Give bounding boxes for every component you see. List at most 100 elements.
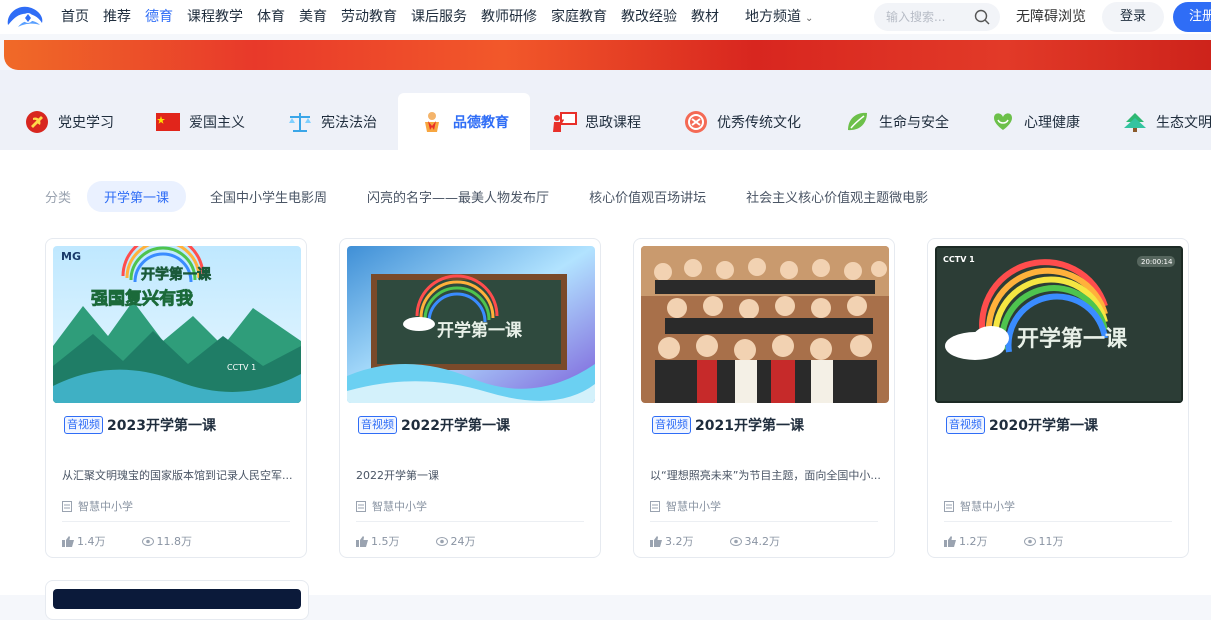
view-count-value: 24万 — [450, 535, 476, 548]
nav-sports[interactable]: 体育 — [257, 0, 285, 34]
view-count: 11万 — [1023, 533, 1064, 549]
view-count: 34.2万 — [729, 533, 780, 549]
thumb-brand-text: MG — [61, 250, 81, 263]
eye-icon — [729, 536, 742, 546]
document-icon — [356, 500, 366, 512]
tab-life-safety[interactable]: 生命与安全 — [845, 93, 949, 150]
nav-teacher-training[interactable]: 教师研修 — [481, 0, 537, 34]
category-shining-names[interactable]: 闪亮的名字——最美人物发布厅 — [367, 187, 549, 206]
tab-traditional-culture-label: 优秀传统文化 — [717, 114, 801, 131]
card-title[interactable]: 2020开学第一课 — [989, 415, 1098, 435]
like-count[interactable]: 1.5万 — [356, 533, 400, 549]
nav-moral-education[interactable]: 德育 — [145, 0, 173, 44]
nav-arts[interactable]: 美育 — [299, 0, 327, 34]
tab-patriotism[interactable]: 爱国主义 — [155, 93, 245, 150]
nav-textbooks[interactable]: 教材 — [691, 0, 719, 34]
nav-course-teaching[interactable]: 课程教学 — [187, 0, 243, 34]
search-icon[interactable] — [974, 9, 990, 25]
tab-party-history-label: 党史学习 — [58, 114, 114, 131]
leaf-icon — [848, 112, 867, 130]
nav-recommend[interactable]: 推荐 — [103, 0, 131, 34]
tab-mental-health[interactable]: 心理健康 — [990, 93, 1080, 150]
nav-reform-experience[interactable]: 教改经验 — [621, 0, 677, 34]
site-logo-icon[interactable] — [4, 3, 48, 31]
tab-life-safety-label: 生命与安全 — [879, 114, 949, 131]
hero-banner — [0, 40, 1211, 70]
card-source-label: 智慧中小学 — [372, 500, 427, 513]
view-count-value: 11.8万 — [156, 535, 193, 548]
video-card[interactable]: MG 开学第一课 强国复兴有我 CCTV 1 音视频 2023开学第一课 从汇聚… — [45, 238, 307, 558]
nav-home[interactable]: 首页 — [61, 0, 89, 34]
thumb-timestamp-text: 20:00:14 — [1141, 258, 1173, 266]
like-count[interactable]: 1.2万 — [944, 533, 988, 549]
category-core-values-lectures[interactable]: 核心价值观百场讲坛 — [589, 187, 706, 206]
nav-regional-channel[interactable]: 地方频道 ⌄ — [745, 0, 813, 34]
category-core-values-microfilm[interactable]: 社会主义核心价值观主题微电影 — [746, 187, 928, 206]
card-source-label: 智慧中小学 — [666, 500, 721, 513]
card-title[interactable]: 2023开学第一课 — [107, 415, 216, 435]
video-card[interactable]: CCTV 1 20:00:14 开学第一课 音视频 2020开学第一课 智慧中小… — [927, 238, 1189, 558]
tab-constitution-law[interactable]: 宪法法治 — [287, 93, 377, 150]
subject-tab-bar: 党史学习 爱国主义 宪法法治 品德教育 思政课程 优秀传统文化 生命与安全 心理… — [0, 93, 1211, 150]
banner-spacer — [0, 70, 1211, 93]
video-thumbnail[interactable]: 开学第一课 — [347, 246, 595, 403]
card-source: 智慧中小学 — [356, 498, 427, 514]
tree-icon — [1124, 112, 1146, 132]
accessibility-link[interactable]: 无障碍浏览 — [1016, 0, 1086, 34]
thumbs-up-icon — [62, 535, 74, 547]
thumb-title-text: 开学第一课 — [437, 320, 523, 341]
thumbs-up-icon — [944, 535, 956, 547]
like-count-value: 3.2万 — [665, 535, 694, 548]
flag-icon — [156, 112, 180, 131]
category-first-lesson[interactable]: 开学第一课 — [87, 180, 187, 212]
nav-labor-education[interactable]: 劳动教育 — [341, 0, 397, 34]
view-count-value: 11万 — [1038, 535, 1064, 548]
card-source: 智慧中小学 — [62, 498, 133, 514]
hero-banner-image[interactable] — [4, 40, 1211, 70]
video-thumbnail[interactable]: CCTV 1 20:00:14 开学第一课 — [935, 246, 1183, 403]
card-title[interactable]: 2021开学第一课 — [695, 415, 804, 435]
nav-family-education[interactable]: 家庭教育 — [551, 0, 607, 34]
video-thumbnail[interactable] — [53, 589, 301, 609]
video-card-partial[interactable] — [45, 580, 309, 620]
thumb-channel-text: CCTV 1 — [943, 255, 975, 264]
tab-party-history[interactable]: 党史学习 — [24, 93, 114, 150]
login-button[interactable]: 登录 — [1102, 2, 1164, 32]
thumb-slogan-text: 强国复兴有我 — [91, 288, 193, 309]
thumbnail-2021-image — [641, 246, 889, 403]
card-title[interactable]: 2022开学第一课 — [401, 415, 510, 435]
video-card[interactable]: 音视频 2021开学第一课 以“理想照亮未来”为节目主题，面向全国中小... 智… — [633, 238, 895, 558]
view-count: 24万 — [435, 533, 476, 549]
card-source: 智慧中小学 — [944, 498, 1015, 514]
tab-traditional-culture[interactable]: 优秀传统文化 — [683, 93, 801, 150]
search-input[interactable] — [884, 9, 972, 25]
card-title-row: 音视频 2023开学第一课 — [64, 415, 216, 435]
category-filter-bar: 分类 开学第一课 全国中小学生电影周 闪亮的名字——最美人物发布厅 核心价值观百… — [45, 180, 968, 212]
like-count[interactable]: 3.2万 — [650, 533, 694, 549]
thumb-title-text: 开学第一课 — [141, 266, 212, 283]
register-button[interactable]: 注册 — [1173, 2, 1211, 32]
media-type-badge: 音视频 — [946, 416, 985, 434]
chevron-down-icon: ⌄ — [805, 13, 814, 24]
card-divider — [356, 521, 584, 522]
tab-ecological-civilization-label: 生态文明 — [1156, 114, 1211, 131]
eye-icon — [141, 536, 154, 546]
video-thumbnail[interactable]: MG 开学第一课 强国复兴有我 CCTV 1 — [53, 246, 301, 403]
tab-ideology-courses-label: 思政课程 — [585, 114, 641, 131]
category-film-week[interactable]: 全国中小学生电影周 — [210, 187, 327, 206]
main-nav-links: 首页 推荐 德育 课程教学 体育 美育 劳动教育 课后服务 教师研修 家庭教育 … — [61, 0, 827, 44]
video-card[interactable]: 开学第一课 音视频 2022开学第一课 2022开学第一课 智慧中小学 1.5万… — [339, 238, 601, 558]
tab-moral-character[interactable]: 品德教育 — [398, 93, 530, 150]
teacher-board-icon — [553, 111, 577, 132]
card-stats: 3.2万 34.2万 — [650, 533, 816, 549]
like-count[interactable]: 1.4万 — [62, 533, 106, 549]
category-label: 分类 — [45, 190, 72, 206]
tab-ecological-civilization[interactable]: 生态文明 — [1122, 93, 1211, 150]
document-icon — [650, 500, 660, 512]
like-count-value: 1.4万 — [77, 535, 106, 548]
tab-ideology-courses[interactable]: 思政课程 — [551, 93, 641, 150]
party-emblem-icon — [26, 110, 48, 133]
video-thumbnail[interactable] — [641, 246, 889, 403]
card-description: 以“理想照亮未来”为节目主题，面向全国中小... — [650, 469, 881, 482]
nav-after-school[interactable]: 课后服务 — [411, 0, 467, 34]
